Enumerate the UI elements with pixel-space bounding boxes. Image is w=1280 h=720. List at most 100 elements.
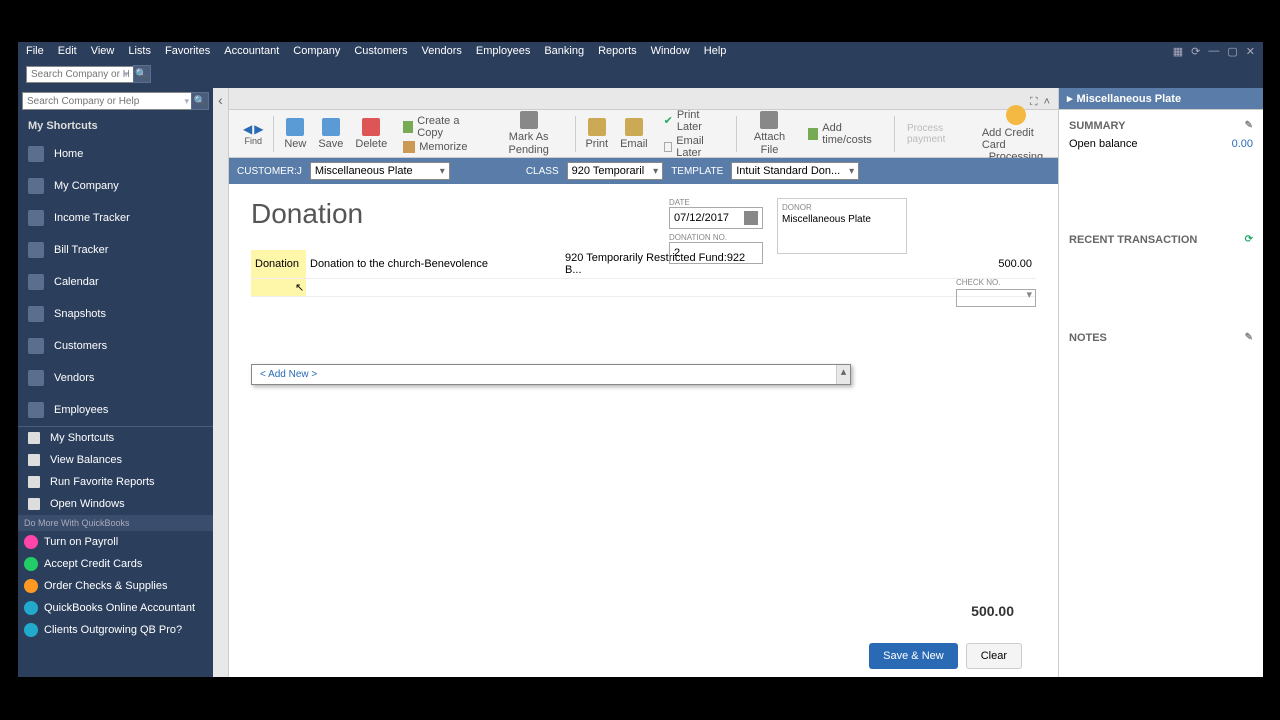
menu-customers[interactable]: Customers: [354, 45, 407, 57]
sidebar-item-vendors[interactable]: Vendors: [18, 362, 213, 394]
ribbon-tabs: ⛶ ˄: [229, 88, 1058, 110]
sidebar-bottom-my-shortcuts[interactable]: My Shortcuts: [18, 427, 213, 449]
donor-label: DONOR: [782, 203, 902, 212]
donation-no-label: DONATION NO.: [669, 233, 763, 242]
save-new-button[interactable]: Save & New: [869, 643, 958, 669]
menubar: File Edit View Lists Favorites Accountant Comp…: [18, 42, 1263, 60]
chevron-right-icon[interactable]: ▸: [1067, 92, 1073, 105]
sidebar-bottom-run-favorite-reports[interactable]: Run Favorite Reports: [18, 471, 213, 493]
sidebar-item-customers[interactable]: Customers: [18, 330, 213, 362]
sidebar-icon: [28, 476, 40, 488]
class-select[interactable]: 920 Temporaril: [567, 162, 664, 180]
edit-notes-icon[interactable]: ✎: [1245, 332, 1253, 344]
create-copy-button[interactable]: Create a Copy: [397, 115, 483, 139]
window-controls[interactable]: ▦ ⟳ — ▢ ✕: [1173, 45, 1255, 58]
sidebar-icon: [28, 338, 44, 354]
email-button[interactable]: Email: [614, 118, 654, 150]
notes-header: NOTES: [1069, 332, 1107, 344]
sidebar-item-calendar[interactable]: Calendar: [18, 266, 213, 298]
sidebar-item-home[interactable]: Home: [18, 138, 213, 170]
delete-button[interactable]: Delete: [349, 118, 393, 150]
class-label: CLASS: [526, 166, 559, 177]
print-button[interactable]: Print: [579, 118, 614, 150]
sidebar-item-bill-tracker[interactable]: Bill Tracker: [18, 234, 213, 266]
menu-reports[interactable]: Reports: [598, 45, 637, 57]
add-new-item[interactable]: < Add New >: [252, 365, 850, 384]
menu-favorites[interactable]: Favorites: [165, 45, 210, 57]
form-area: Donation DATE 07/12/2017 DONATION NO. 2 …: [229, 184, 1058, 677]
promo-item[interactable]: QuickBooks Online Accountant: [18, 597, 213, 619]
sidebar-icon: [28, 370, 44, 386]
sidebar-icon: [28, 306, 44, 322]
save-button[interactable]: Save: [312, 118, 349, 150]
menu-edit[interactable]: Edit: [58, 45, 77, 57]
edit-icon[interactable]: ✎: [1245, 120, 1253, 132]
clear-button[interactable]: Clear: [966, 643, 1022, 669]
restore-icon[interactable]: ▢: [1227, 45, 1237, 58]
menu-vendors[interactable]: Vendors: [422, 45, 462, 57]
collapse-sidebar[interactable]: ‹: [213, 88, 229, 677]
email-later-check[interactable]: Email Later: [658, 135, 729, 159]
print-later-check[interactable]: ✔Print Later: [658, 109, 729, 133]
minimize-icon[interactable]: —: [1208, 45, 1219, 58]
menu-lists[interactable]: Lists: [128, 45, 151, 57]
right-panel-header: ▸Miscellaneous Plate: [1059, 88, 1263, 109]
sidebar: ▾ 🔍 My Shortcuts HomeMy CompanyIncome Tr…: [18, 88, 213, 677]
sidebar-search-input[interactable]: [22, 92, 196, 110]
sidebar-search-button[interactable]: 🔍: [191, 92, 209, 110]
top-search-input[interactable]: [26, 66, 134, 83]
new-button[interactable]: New: [278, 118, 312, 150]
top-search-button[interactable]: 🔍: [133, 65, 151, 83]
promo-icon: [24, 535, 38, 549]
close-icon[interactable]: ✕: [1246, 45, 1255, 58]
prev-arrow-icon[interactable]: ◀: [243, 122, 252, 136]
sidebar-icon: [28, 178, 44, 194]
promo-icon: [24, 601, 38, 615]
donation-no-input[interactable]: 2: [669, 242, 763, 264]
top-searchbar: ▾ 🔍: [18, 60, 1263, 88]
promo-item[interactable]: Accept Credit Cards: [18, 553, 213, 575]
menu-help[interactable]: Help: [704, 45, 727, 57]
template-select[interactable]: Intuit Standard Don...: [731, 162, 859, 180]
sidebar-icon: [28, 242, 44, 258]
date-input[interactable]: 07/12/2017: [669, 207, 763, 229]
menu-window[interactable]: Window: [651, 45, 690, 57]
menu-file[interactable]: File: [26, 45, 44, 57]
grid-icon[interactable]: ▦: [1173, 45, 1183, 58]
refresh-icon[interactable]: ⟳: [1245, 234, 1253, 246]
line-item-row[interactable]: Donation Donation to the church-Benevole…: [251, 250, 1036, 279]
sidebar-item-my-company[interactable]: My Company: [18, 170, 213, 202]
dropdown-scrollbar[interactable]: ▴: [836, 365, 850, 384]
sidebar-item-snapshots[interactable]: Snapshots: [18, 298, 213, 330]
promo-item[interactable]: Turn on Payroll: [18, 531, 213, 553]
customer-select[interactable]: Miscellaneous Plate: [310, 162, 450, 180]
next-arrow-icon[interactable]: ▶: [254, 122, 263, 136]
selector-row: CUSTOMER:J Miscellaneous Plate CLASS 920…: [229, 158, 1058, 184]
sidebar-item-employees[interactable]: Employees: [18, 394, 213, 426]
sidebar-bottom-open-windows[interactable]: Open Windows: [18, 493, 213, 515]
sidebar-icon: [28, 432, 40, 444]
promo-item[interactable]: Clients Outgrowing QB Pro?: [18, 619, 213, 641]
attach-file-button[interactable]: Attach File: [741, 111, 798, 155]
sync-icon[interactable]: ⟳: [1191, 45, 1200, 58]
line-item-row-empty[interactable]: ↖▾: [251, 279, 1036, 297]
sidebar-bottom-view-balances[interactable]: View Balances: [18, 449, 213, 471]
menu-company[interactable]: Company: [293, 45, 340, 57]
mark-pending-button[interactable]: Mark As Pending: [487, 111, 571, 155]
add-credit-card-button[interactable]: Add Credit CardProcessing: [982, 105, 1050, 163]
add-time-costs-button[interactable]: Add time/costs: [802, 122, 890, 146]
sidebar-icon: [28, 210, 44, 226]
sidebar-item-income-tracker[interactable]: Income Tracker: [18, 202, 213, 234]
right-panel: ▸Miscellaneous Plate SUMMARY✎ Open balan…: [1058, 88, 1263, 677]
calendar-icon[interactable]: [744, 211, 758, 225]
menu-view[interactable]: View: [91, 45, 115, 57]
menu-accountant[interactable]: Accountant: [224, 45, 279, 57]
toolbar: ◀ ▶ Find New Save Delete Create a Copy M…: [229, 110, 1058, 158]
item-dropdown[interactable]: < Add New > ▴: [251, 364, 851, 385]
memorize-button[interactable]: Memorize: [397, 141, 483, 153]
promo-item[interactable]: Order Checks & Supplies: [18, 575, 213, 597]
menu-banking[interactable]: Banking: [544, 45, 584, 57]
credit-card-icon: [1006, 105, 1026, 125]
find-button[interactable]: Find: [244, 136, 262, 146]
menu-employees[interactable]: Employees: [476, 45, 530, 57]
